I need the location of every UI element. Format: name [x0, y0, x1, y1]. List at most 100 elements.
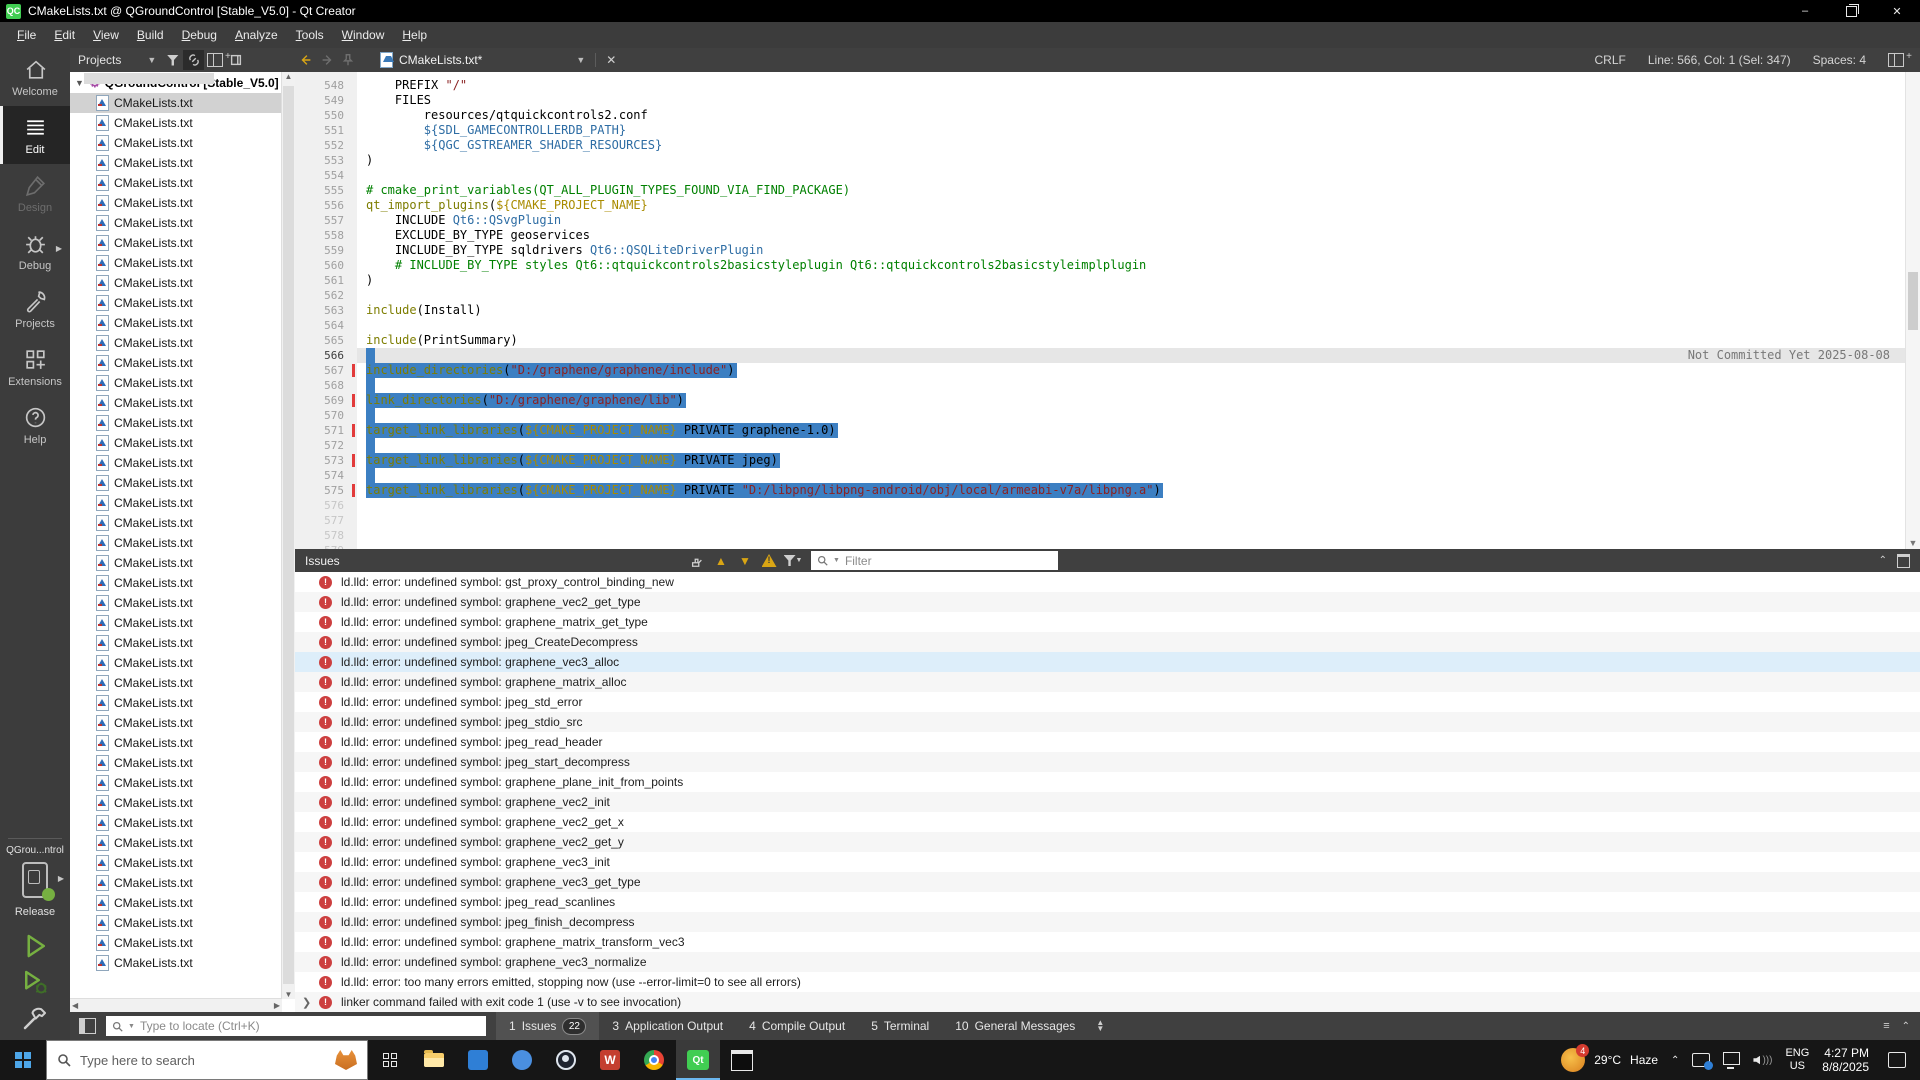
issue-row[interactable]: !ld.lld: error: undefined symbol: jpeg_s… — [295, 752, 1920, 772]
code-line-551[interactable]: ${SDL_GAMECONTROLLERDB_PATH} — [357, 123, 1920, 138]
line-number[interactable]: 567 — [295, 363, 357, 378]
code-line-573[interactable]: target_link_libraries(${CMAKE_PROJECT_NA… — [357, 453, 1920, 468]
code-line-571[interactable]: target_link_libraries(${CMAKE_PROJECT_NA… — [357, 423, 1920, 438]
line-number[interactable]: 571 — [295, 423, 357, 438]
code-line-556[interactable]: qt_import_plugins(${CMAKE_PROJECT_NAME} — [357, 198, 1920, 213]
line-number[interactable]: 561 — [295, 273, 357, 288]
close-button[interactable]: ✕ — [1874, 0, 1920, 22]
editor-code-area[interactable]: PREFIX "/" FILES resources/qtquickcontro… — [357, 72, 1920, 549]
code-line-552[interactable]: ${QGC_GSTREAMER_SHADER_RESOURCES} — [357, 138, 1920, 153]
maximize-panel-button[interactable] — [1897, 554, 1910, 568]
issue-row[interactable]: !ld.lld: error: undefined symbol: graphe… — [295, 592, 1920, 612]
code-line-560[interactable]: # INCLUDE_BY_TYPE styles Qt6::qtquickcon… — [357, 258, 1920, 273]
projects-vscroll-thumb[interactable] — [283, 86, 294, 984]
tree-row-cmakelists[interactable]: CMakeLists.txt — [70, 593, 295, 613]
code-line-548[interactable]: PREFIX "/" — [357, 78, 1920, 93]
tree-row-cmakelists[interactable]: CMakeLists.txt — [70, 233, 295, 253]
tree-row-cmakelists[interactable]: CMakeLists.txt — [70, 953, 295, 973]
code-line-554[interactable] — [357, 168, 1920, 183]
output-pane-general-messages[interactable]: 10General Messages — [942, 1012, 1088, 1040]
tree-row-cmakelists[interactable]: CMakeLists.txt — [70, 853, 295, 873]
tree-row-cmakelists[interactable]: CMakeLists.txt — [70, 633, 295, 653]
code-line-577[interactable] — [357, 513, 1920, 528]
window-app-icon[interactable] — [720, 1040, 764, 1080]
line-number[interactable]: 555 — [295, 183, 357, 198]
code-line-563[interactable]: include(Install) — [357, 303, 1920, 318]
issue-row[interactable]: !ld.lld: error: undefined symbol: graphe… — [295, 932, 1920, 952]
teams-app-icon[interactable] — [500, 1040, 544, 1080]
tree-row-cmakelists[interactable]: CMakeLists.txt — [70, 473, 295, 493]
clock[interactable]: 4:27 PM 8/8/2025 — [1822, 1046, 1869, 1074]
line-number[interactable]: 562 — [295, 288, 357, 303]
tree-row-cmakelists[interactable]: CMakeLists.txt — [70, 573, 295, 593]
issue-row[interactable]: !ld.lld: error: undefined symbol: graphe… — [295, 852, 1920, 872]
code-line-549[interactable]: FILES — [357, 93, 1920, 108]
code-line-562[interactable] — [357, 288, 1920, 303]
tree-row-cmakelists[interactable]: CMakeLists.txt — [70, 153, 295, 173]
tree-row-cmakelists[interactable]: CMakeLists.txt — [70, 553, 295, 573]
issue-row[interactable]: !ld.lld: error: undefined symbol: jpeg_s… — [295, 712, 1920, 732]
indentation-selector[interactable]: Spaces: 4 — [1813, 53, 1866, 67]
task-view-icon[interactable] — [368, 1040, 412, 1080]
issue-row[interactable]: !ld.lld: error: undefined symbol: graphe… — [295, 792, 1920, 812]
code-line-578[interactable] — [357, 528, 1920, 543]
code-line-557[interactable]: INCLUDE Qt6::QSvgPlugin — [357, 213, 1920, 228]
tree-row-cmakelists[interactable]: CMakeLists.txt — [70, 933, 295, 953]
scroll-down-arrow-icon[interactable]: ▼ — [1906, 538, 1920, 548]
menu-edit[interactable]: Edit — [45, 28, 84, 42]
tree-row-cmakelists[interactable]: CMakeLists.txt — [70, 913, 295, 933]
line-number[interactable]: 565 — [295, 333, 357, 348]
line-number[interactable]: 558 — [295, 228, 357, 243]
split-editor-button[interactable] — [1888, 53, 1904, 67]
notification-center-icon[interactable] — [1888, 1052, 1906, 1068]
tree-row-cmakelists[interactable]: CMakeLists.txt — [70, 413, 295, 433]
code-line-576[interactable] — [357, 498, 1920, 513]
mode-edit[interactable]: Edit — [0, 106, 70, 164]
line-ending-selector[interactable]: CRLF — [1595, 53, 1626, 67]
line-number[interactable]: 572 — [295, 438, 357, 453]
tree-row-cmakelists[interactable]: CMakeLists.txt — [70, 793, 295, 813]
mode-projects[interactable]: Projects — [0, 280, 70, 338]
line-number[interactable]: 566 — [295, 348, 357, 363]
issue-row[interactable]: !ld.lld: error: undefined symbol: graphe… — [295, 952, 1920, 972]
code-line-567[interactable]: include_directories("D:/graphene/graphen… — [357, 363, 1920, 378]
filter-issues-button[interactable]: ▼ — [781, 549, 805, 572]
build-button[interactable] — [16, 1000, 54, 1036]
tree-row-cmakelists[interactable]: CMakeLists.txt — [70, 293, 295, 313]
line-number[interactable]: 573 — [295, 453, 357, 468]
sidebar-view-combo[interactable]: Projects ▼ — [70, 48, 162, 72]
output-pane-compile-output[interactable]: 4Compile Output — [736, 1012, 858, 1040]
code-line-574[interactable] — [357, 468, 1920, 483]
tree-row-cmakelists[interactable]: CMakeLists.txt — [70, 833, 295, 853]
line-number[interactable]: 554 — [295, 168, 357, 183]
line-number[interactable]: 559 — [295, 243, 357, 258]
issue-row[interactable]: !ld.lld: error: undefined symbol: graphe… — [295, 832, 1920, 852]
locator-input[interactable]: ▼ Type to locate (Ctrl+K) — [106, 1016, 486, 1036]
tree-row-cmakelists[interactable]: CMakeLists.txt — [70, 453, 295, 473]
tree-row-cmakelists[interactable]: CMakeLists.txt — [70, 873, 295, 893]
line-number[interactable]: 577 — [295, 513, 357, 528]
issue-row[interactable]: !ld.lld: error: too many errors emitted,… — [295, 972, 1920, 992]
code-line-568[interactable] — [357, 378, 1920, 393]
code-line-565[interactable]: include(PrintSummary) — [357, 333, 1920, 348]
issues-filter-input[interactable]: ▼ Filter — [811, 551, 1058, 570]
projects-hscroll-thumb[interactable] — [84, 73, 214, 84]
tree-row-cmakelists[interactable]: CMakeLists.txt — [70, 393, 295, 413]
word-app-icon[interactable]: W — [588, 1040, 632, 1080]
menu-file[interactable]: File — [8, 28, 45, 42]
menu-help[interactable]: Help — [393, 28, 436, 42]
hidden-icons-chevron[interactable]: ⌃ — [1671, 1055, 1679, 1066]
chrome-app-icon[interactable] — [632, 1040, 676, 1080]
line-number[interactable]: 575 — [295, 483, 357, 498]
tree-row-cmakelists[interactable]: CMakeLists.txt — [70, 693, 295, 713]
tree-row-cmakelists[interactable]: CMakeLists.txt — [70, 113, 295, 133]
store-app-icon[interactable] — [456, 1040, 500, 1080]
code-line-553[interactable]: ) — [357, 153, 1920, 168]
tree-row-cmakelists[interactable]: CMakeLists.txt — [70, 373, 295, 393]
projects-horizontal-scrollbar[interactable]: ◀▶ — [70, 998, 282, 1012]
line-number[interactable]: 576 — [295, 498, 357, 513]
restore-button[interactable] — [1828, 0, 1874, 22]
document-dropdown-icon[interactable]: ▼ — [576, 55, 585, 65]
obs-app-icon[interactable] — [544, 1040, 588, 1080]
issue-row[interactable]: !ld.lld: error: undefined symbol: graphe… — [295, 612, 1920, 632]
